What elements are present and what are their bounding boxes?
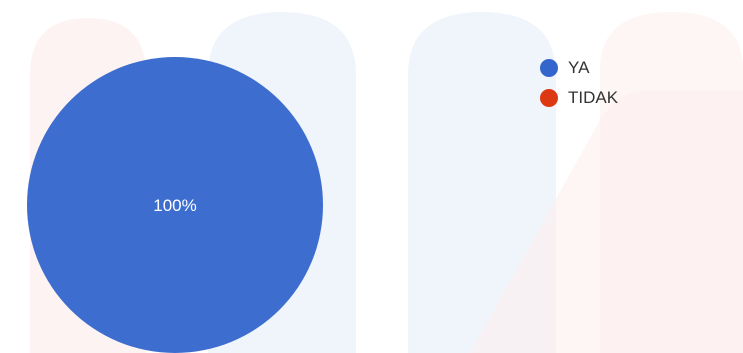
legend-label-tidak: TIDAK: [568, 88, 619, 107]
legend-item-ya[interactable]: YA: [540, 57, 618, 79]
legend-item-tidak[interactable]: TIDAK: [540, 87, 618, 109]
pie-chart: 100%: [27, 57, 323, 353]
chart-legend: YA TIDAK: [540, 57, 618, 117]
legend-swatch-tidak: [540, 89, 558, 107]
legend-label-ya: YA: [568, 58, 590, 77]
chart-canvas: 100% YA TIDAK: [0, 0, 743, 353]
legend-swatch-ya: [540, 59, 558, 77]
pie-data-label: 100%: [153, 196, 196, 215]
